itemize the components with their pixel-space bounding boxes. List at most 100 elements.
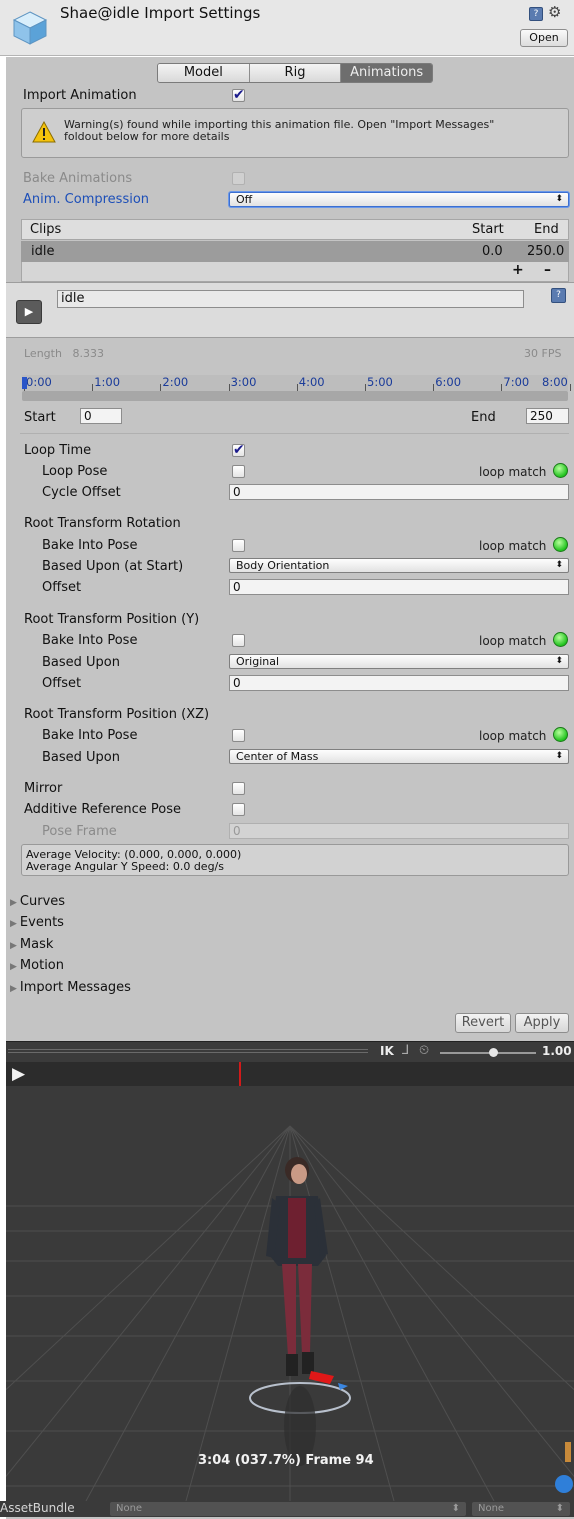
position-y-based-select[interactable]: Original ⬍ [229, 654, 569, 669]
pivot-icon[interactable]: ⅃ [402, 1043, 409, 1058]
asset-bundle-name-select[interactable]: None ⬍ [110, 1502, 466, 1516]
asset-bundle-name-value: None [116, 1503, 143, 1514]
help-book-icon[interactable]: ? [529, 7, 543, 21]
position-xz-bake-checkbox[interactable] [232, 729, 245, 742]
foldout-label: Events [19, 915, 64, 930]
position-y-bake-label: Bake Into Pose [42, 633, 138, 648]
revert-button[interactable]: Revert [455, 1013, 511, 1033]
bake-animations-label: Bake Animations [23, 171, 133, 186]
foldout-curves[interactable]: ▶ Curves [10, 894, 65, 909]
speed-slider[interactable] [440, 1052, 536, 1054]
position-xz-based-select[interactable]: Center of Mass ⬍ [229, 749, 569, 764]
foldout-label: Motion [19, 958, 64, 973]
position-y-offset-label: Offset [42, 676, 82, 691]
foldout-events[interactable]: ▶ Events [10, 915, 64, 930]
loop-time-label: Loop Time [24, 443, 92, 458]
ik-toggle[interactable]: IK [380, 1044, 394, 1058]
end-field[interactable]: 250 [526, 408, 569, 424]
asset-bundle-label: AssetBundle [0, 1501, 75, 1515]
apply-button[interactable]: Apply [515, 1013, 569, 1033]
dropdown-arrow-icon: ⬍ [555, 560, 563, 570]
rotation-based-label: Based Upon (at Start) [42, 559, 184, 574]
position-y-bake-checkbox[interactable] [232, 634, 245, 647]
timeline-ruler[interactable]: 0:00 1:00 2:00 3:00 4:00 5:00 6:00 7:00 8:00 [22, 375, 571, 391]
start-label: Start [24, 410, 56, 425]
length-label: Length 8.333 [24, 347, 104, 360]
cycle-offset-label: Cycle Offset [42, 485, 121, 500]
motion-stats-box: Average Velocity: (0.000, 0.000, 0.000) … [21, 844, 569, 876]
rotation-based-select[interactable]: Body Orientation ⬍ [229, 558, 569, 573]
additive-pose-checkbox[interactable] [232, 803, 245, 816]
position-y-offset-field[interactable]: 0 [229, 675, 569, 691]
foldout-arrow-icon: ▶ [10, 941, 17, 951]
clips-table-footer: + – [21, 262, 569, 282]
clips-header-end: End [534, 222, 559, 237]
dropdown-arrow-icon: ⬍ [555, 1503, 564, 1514]
remove-clip-button[interactable]: – [544, 262, 551, 278]
timeline-tick [365, 384, 366, 391]
gear-icon[interactable]: ⚙ [548, 3, 561, 21]
clips-table-header: Clips Start End [21, 219, 569, 240]
speed-slider-knob[interactable] [489, 1048, 498, 1057]
foldout-mask[interactable]: ▶ Mask [10, 937, 53, 952]
loop-pose-label: Loop Pose [42, 464, 108, 479]
loop-pose-checkbox[interactable] [232, 465, 245, 478]
timeline-tick-label: 5:00 [367, 375, 393, 389]
preview-viewport[interactable]: 3:04 (037.7%) Frame 94 [6, 1086, 574, 1501]
position-y-based-label: Based Upon [42, 655, 120, 670]
asset-bundle-bar: AssetBundle None ⬍ None ⬍ [0, 1501, 574, 1517]
tab-model[interactable]: Model [158, 64, 250, 82]
pose-frame-label: Pose Frame [42, 824, 117, 839]
dropdown-arrow-icon: ⬍ [555, 751, 563, 761]
asset-bundle-variant-select[interactable]: None ⬍ [472, 1502, 570, 1516]
table-row[interactable]: idle 0.0 250.0 [21, 241, 569, 262]
timeline-tick-label: 4:00 [298, 375, 325, 389]
root-position-xz-title: Root Transform Position (XZ) [24, 707, 210, 722]
tab-rig[interactable]: Rig [249, 64, 342, 82]
preview-play-icon[interactable]: ▶ [12, 1064, 25, 1084]
start-field[interactable]: 0 [80, 408, 122, 424]
foldout-import-messages[interactable]: ▶ Import Messages [10, 980, 131, 995]
dropdown-arrow-icon: ⬍ [451, 1503, 460, 1514]
open-button[interactable]: Open [520, 29, 568, 47]
help-book-icon[interactable]: ? [551, 288, 566, 303]
root-position-y-title: Root Transform Position (Y) [24, 612, 200, 627]
loop-match-label: loop match [479, 465, 547, 479]
average-angular-speed: Average Angular Y Speed: 0.0 deg/s [26, 860, 224, 873]
loop-match-indicator-icon [553, 727, 568, 742]
clip-start-marker-icon[interactable] [22, 377, 27, 389]
bake-animations-checkbox[interactable] [232, 172, 245, 185]
add-clip-button[interactable]: + [512, 262, 524, 278]
clip-name-field[interactable]: idle [57, 290, 524, 308]
loop-time-checkbox[interactable]: ✔ [232, 443, 245, 457]
dropdown-arrow-icon: ⬍ [555, 194, 563, 204]
preview-status: 3:04 (037.7%) Frame 94 [198, 1453, 374, 1468]
pose-frame-field[interactable]: 0 [229, 823, 569, 839]
position-xz-bake-label: Bake Into Pose [42, 728, 138, 743]
foldout-motion[interactable]: ▶ Motion [10, 958, 64, 973]
import-animation-checkbox[interactable]: ✔ [232, 88, 245, 102]
clip-row-start: 0.0 [482, 244, 503, 259]
rotation-bake-checkbox[interactable] [232, 539, 245, 552]
speed-icon[interactable]: ⏲ [419, 1043, 429, 1058]
root-rotation-title: Root Transform Rotation [24, 516, 181, 531]
rotation-offset-field[interactable]: 0 [229, 579, 569, 595]
cycle-offset-field[interactable]: 0 [229, 484, 569, 500]
playhead[interactable] [239, 1062, 241, 1086]
timeline-tick-label: 3:00 [230, 375, 257, 389]
timeline-tick [92, 384, 94, 391]
tab-animations[interactable]: Animations [341, 64, 432, 82]
import-tabs: Model Rig Animations [157, 63, 433, 83]
timeline-tick-label: 2:00 [162, 375, 189, 389]
foldout-arrow-icon: ▶ [10, 962, 17, 972]
foldout-arrow-icon: ▶ [10, 898, 17, 908]
preview-drag-line [8, 1052, 368, 1053]
warning-triangle-icon [32, 121, 56, 143]
loop-match-indicator-icon [553, 463, 568, 478]
timeline-track[interactable] [22, 391, 568, 401]
play-icon[interactable]: ▶ [16, 300, 42, 324]
preview-timeline[interactable]: ▶ [6, 1062, 574, 1086]
anim-compression-value: Off [236, 193, 253, 206]
anim-compression-select[interactable]: Off ⬍ [229, 192, 569, 207]
mirror-checkbox[interactable] [232, 782, 245, 795]
